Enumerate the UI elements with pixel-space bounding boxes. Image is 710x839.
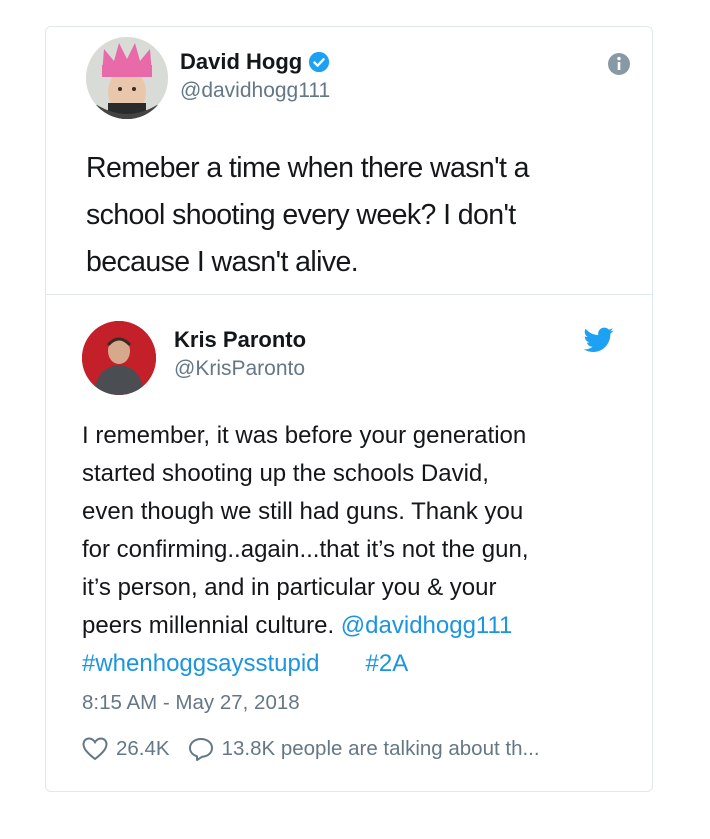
divider bbox=[46, 294, 652, 295]
quoted-text-line: because I wasn't alive. bbox=[86, 246, 359, 278]
reply-text-line: it’s person, and in particular you & you… bbox=[82, 574, 497, 601]
heart-icon[interactable] bbox=[82, 737, 108, 761]
mention-link[interactable]: @davidhogg111 bbox=[341, 612, 513, 639]
reply-tweet-text: I remember, it was before your generatio… bbox=[82, 417, 642, 683]
reply-text-line: started shooting up the schools David, bbox=[82, 460, 489, 487]
hashtag-link[interactable]: #2A bbox=[366, 650, 409, 677]
reply-text-line: even though we still had guns. Thank you bbox=[82, 498, 524, 525]
hashtag-line: #whenhoggsaysstupid #2A bbox=[82, 645, 642, 683]
quoted-author-row: David Hogg bbox=[180, 49, 330, 75]
hashtag-link[interactable]: #whenhoggsaysstupid bbox=[82, 650, 320, 677]
kris-paronto-avatar[interactable] bbox=[82, 321, 156, 395]
quoted-tweet-text: Remeber a time when there wasn't a schoo… bbox=[86, 145, 626, 286]
david-hogg-avatar[interactable] bbox=[86, 37, 168, 119]
tweet-card: David Hogg @davidhogg111 Remeber a time … bbox=[45, 26, 653, 792]
reply-text-line-with-mention: peers millennial culture. @davidhogg111 bbox=[82, 607, 642, 645]
reply-icon[interactable] bbox=[188, 737, 214, 761]
verified-badge-icon bbox=[309, 51, 330, 73]
twitter-bird-icon[interactable] bbox=[584, 327, 614, 353]
reply-author-handle[interactable]: @KrisParonto bbox=[174, 357, 305, 381]
info-icon[interactable] bbox=[606, 51, 632, 77]
quoted-author-name[interactable]: David Hogg bbox=[180, 49, 302, 75]
reply-text-line: for confirming..again...that it’s not th… bbox=[82, 536, 529, 563]
reply-text-line: I remember, it was before your generatio… bbox=[82, 422, 527, 449]
tweet-actions: 26.4K 13.8K people are talking about th.… bbox=[82, 737, 540, 761]
quoted-author-handle[interactable]: @davidhogg111 bbox=[180, 79, 330, 103]
reply-author-name[interactable]: Kris Paronto bbox=[174, 327, 306, 353]
quoted-text-line: school shooting every week? I don't bbox=[86, 199, 516, 231]
like-count[interactable]: 26.4K bbox=[116, 737, 170, 761]
tweet-timestamp[interactable]: 8:15 AM - May 27, 2018 bbox=[82, 691, 300, 715]
quoted-text-line: Remeber a time when there wasn't a bbox=[86, 152, 529, 184]
talking-count[interactable]: 13.8K people are talking about th... bbox=[222, 737, 540, 761]
reply-text-segment: peers millennial culture. bbox=[82, 612, 341, 639]
